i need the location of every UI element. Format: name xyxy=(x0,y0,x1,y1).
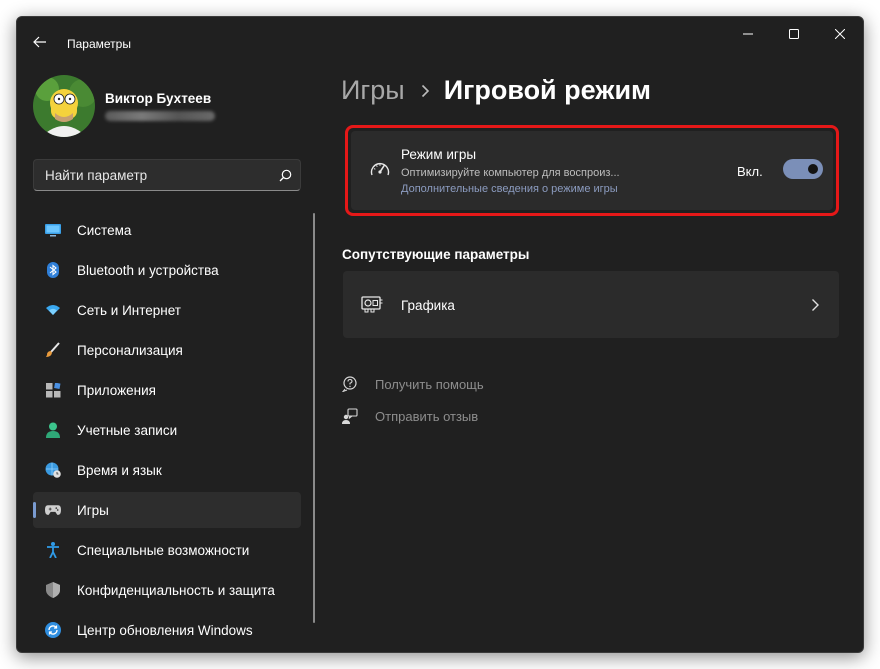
search-button[interactable] xyxy=(270,160,300,190)
game-mode-learn-more-link[interactable]: Дополнительные сведения о режиме игры xyxy=(401,183,618,195)
user-name: Виктор Бухтеев xyxy=(105,91,212,106)
sidebar-nav: Система Bluetooth и устройства Сеть и Ин… xyxy=(33,212,301,652)
sidebar-item-windows-update[interactable]: Центр обновления Windows xyxy=(33,612,301,648)
gamepad-icon xyxy=(45,502,61,518)
page-title: Игровой режим xyxy=(443,75,652,105)
sidebar-item-time-language[interactable]: Время и язык xyxy=(33,452,301,488)
app-title: Параметры xyxy=(67,37,131,51)
maximize-button[interactable] xyxy=(771,17,817,51)
sidebar-item-accounts[interactable]: Учетные записи xyxy=(33,412,301,448)
search-box xyxy=(33,159,301,191)
game-mode-title: Режим игры xyxy=(401,147,477,162)
sidebar-item-label: Центр обновления Windows xyxy=(77,622,253,638)
sidebar-item-system[interactable]: Система xyxy=(33,212,301,248)
get-help-link[interactable]: Получить помощь xyxy=(341,373,484,395)
bluetooth-icon xyxy=(45,262,61,278)
accessibility-icon xyxy=(45,542,61,558)
sidebar-item-label: Сеть и Интернет xyxy=(77,302,181,318)
graphics-label: Графика xyxy=(401,298,455,313)
search-icon xyxy=(279,169,291,181)
send-feedback-link[interactable]: Отправить отзыв xyxy=(341,405,478,427)
toggle-state-label: Вкл. xyxy=(737,164,763,179)
user-email-blurred xyxy=(105,111,215,121)
update-icon xyxy=(45,622,61,638)
graphics-settings-row[interactable]: Графика xyxy=(343,271,839,338)
help-icon xyxy=(341,375,359,393)
brush-icon xyxy=(45,342,61,358)
sidebar-item-bluetooth[interactable]: Bluetooth и устройства xyxy=(33,252,301,288)
breadcrumb: Игры Игровой режим xyxy=(341,75,651,106)
avatar-image-icon xyxy=(33,75,95,137)
title-bar: Параметры xyxy=(17,17,863,51)
search-input[interactable] xyxy=(34,160,270,190)
send-feedback-label: Отправить отзыв xyxy=(375,408,479,424)
sidebar-item-label: Учетные записи xyxy=(77,422,178,438)
close-button[interactable] xyxy=(817,17,863,51)
sidebar-item-privacy[interactable]: Конфиденциальность и защита xyxy=(33,572,301,608)
sidebar-item-label: Конфиденциальность и защита xyxy=(77,582,275,598)
sidebar-item-label: Система xyxy=(77,222,132,238)
sidebar-scrollbar[interactable] xyxy=(313,213,315,623)
speedometer-icon xyxy=(370,162,390,176)
avatar[interactable] xyxy=(33,75,95,137)
close-icon xyxy=(835,29,845,39)
related-settings-heading: Сопутствующие параметры xyxy=(342,247,530,262)
globe-clock-icon xyxy=(45,462,61,478)
sidebar-item-accessibility[interactable]: Специальные возможности xyxy=(33,532,301,568)
sidebar-item-label: Приложения xyxy=(77,382,156,398)
settings-window: Параметры Виктор Бухтеев Найти параметр … xyxy=(16,16,864,653)
toggle-knob xyxy=(808,164,818,174)
maximize-icon xyxy=(789,29,799,39)
sidebar-item-personalization[interactable]: Персонализация xyxy=(33,332,301,368)
breadcrumb-parent[interactable]: Игры xyxy=(341,75,405,106)
feedback-icon xyxy=(341,407,359,425)
sidebar-item-label: Bluetooth и устройства xyxy=(77,262,219,278)
game-mode-description: Оптимизируйте компьютер для воспроиз... xyxy=(401,167,620,179)
sidebar-item-label: Время и язык xyxy=(77,462,162,478)
sidebar-item-apps[interactable]: Приложения xyxy=(33,372,301,408)
game-mode-toggle[interactable] xyxy=(783,159,823,179)
chevron-right-icon xyxy=(421,84,430,98)
game-mode-card: Режим игры Оптимизируйте компьютер для в… xyxy=(351,131,833,210)
minimize-icon xyxy=(743,33,753,35)
sidebar-item-network[interactable]: Сеть и Интернет xyxy=(33,292,301,328)
apps-icon xyxy=(45,382,61,398)
wifi-icon xyxy=(45,302,61,318)
monitor-icon xyxy=(45,222,61,238)
shield-icon xyxy=(45,582,61,598)
sidebar-item-label: Специальные возможности xyxy=(77,542,250,558)
chevron-right-icon xyxy=(812,299,819,311)
sidebar-item-label: Персонализация xyxy=(77,342,183,358)
person-icon xyxy=(45,422,61,438)
back-button[interactable] xyxy=(31,33,49,51)
minimize-button[interactable] xyxy=(725,17,771,51)
graphics-card-icon xyxy=(361,296,383,313)
sidebar-item-label: Игры xyxy=(77,502,109,518)
sidebar-item-gaming[interactable]: Игры xyxy=(33,492,301,528)
arrow-left-icon xyxy=(33,36,46,48)
get-help-label: Получить помощь xyxy=(375,376,484,392)
